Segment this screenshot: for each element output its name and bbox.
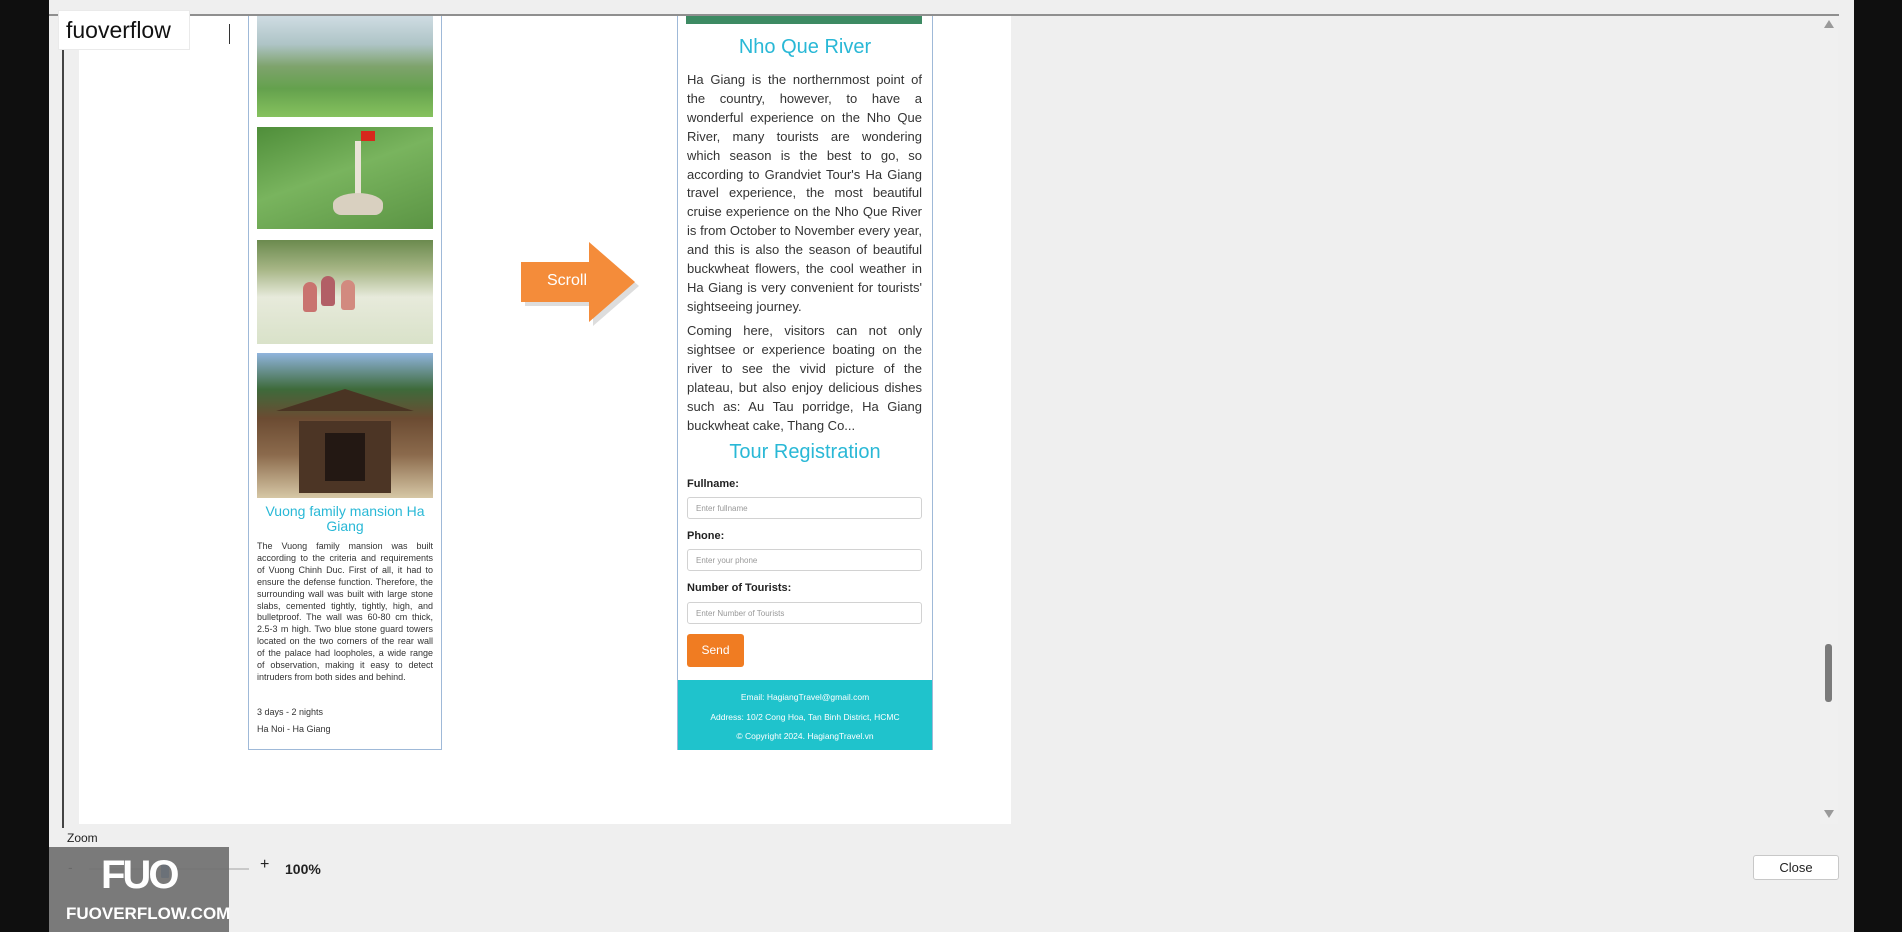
tour-duration: 3 days - 2 nights	[257, 707, 324, 717]
scrollbar-thumb[interactable]	[1825, 644, 1832, 702]
tour-card-right: Nho Que River Ha Giang is the northernmo…	[677, 16, 933, 750]
zoom-in-button[interactable]: +	[260, 856, 269, 874]
text-caret	[229, 24, 230, 44]
vuong-mansion-photo	[257, 353, 433, 498]
scroll-up-icon[interactable]	[1824, 20, 1834, 28]
phone-input[interactable]: Enter your phone	[687, 549, 922, 571]
child-figure	[321, 276, 335, 306]
footer-email: Email: HagiangTravel@gmail.com	[740, 692, 870, 702]
print-preview-window: Vuong family mansion Ha Giang The Vuong …	[49, 0, 1854, 932]
flagpole-base-shape	[333, 193, 383, 215]
phone-label: Phone:	[687, 530, 725, 542]
scroll-down-icon[interactable]	[1824, 810, 1834, 818]
fullname-label: Fullname:	[687, 478, 739, 490]
zoom-value: 100%	[285, 861, 321, 877]
watermark-text: FUOVERFLOW.COM	[66, 904, 231, 923]
flagpole-photo	[257, 127, 433, 229]
zoom-label: Zoom	[67, 831, 98, 845]
rice-terraces-photo	[257, 16, 433, 117]
tourists-input[interactable]: Enter Number of Tourists	[687, 602, 922, 624]
vertical-scrollbar[interactable]	[1820, 16, 1838, 824]
river-title: Nho Que River	[738, 36, 872, 58]
footer-copyright: © Copyright 2024. HagiangTravel.vn	[736, 731, 874, 741]
buckwheat-flowers-photo	[257, 240, 433, 344]
window-title: fuoverflow	[58, 10, 190, 50]
mansion-gate-shape	[325, 433, 365, 481]
tourists-label: Number of Tourists:	[687, 582, 792, 594]
river-paragraph-2: Coming here, visitors can not only sight…	[687, 323, 922, 433]
window-left-border	[62, 14, 64, 828]
mansion-roof-shape	[276, 389, 414, 411]
mansion-title: Vuong family mansion Ha Giang	[265, 503, 425, 534]
tour-route: Ha Noi - Ha Giang	[257, 724, 331, 734]
close-button[interactable]: Close	[1753, 855, 1839, 880]
fuoverflow-watermark: FUO FUOVERFLOW.COM	[49, 847, 231, 932]
tour-card-left: Vuong family mansion Ha Giang The Vuong …	[248, 16, 442, 750]
child-figure	[341, 280, 355, 310]
river-paragraph-1: Ha Giang is the northernmost point of th…	[687, 72, 922, 314]
footer-address: Address: 10/2 Cong Hoa, Tan Binh Distric…	[710, 712, 900, 722]
mansion-description: The Vuong family mansion was built accor…	[257, 541, 433, 682]
send-button[interactable]: Send	[687, 634, 744, 667]
page-footer: Email: HagiangTravel@gmail.com Address: …	[678, 680, 932, 750]
registration-title: Tour Registration	[729, 441, 881, 463]
river-photo-strip	[686, 16, 922, 24]
fullname-input[interactable]: Enter fullname	[687, 497, 922, 519]
preview-viewport[interactable]: Vuong family mansion Ha Giang The Vuong …	[79, 16, 1011, 824]
watermark-logo: FUO	[101, 853, 179, 897]
flag-shape	[361, 131, 375, 141]
scroll-arrow-label: Scroll	[546, 272, 587, 289]
child-figure	[303, 282, 317, 312]
